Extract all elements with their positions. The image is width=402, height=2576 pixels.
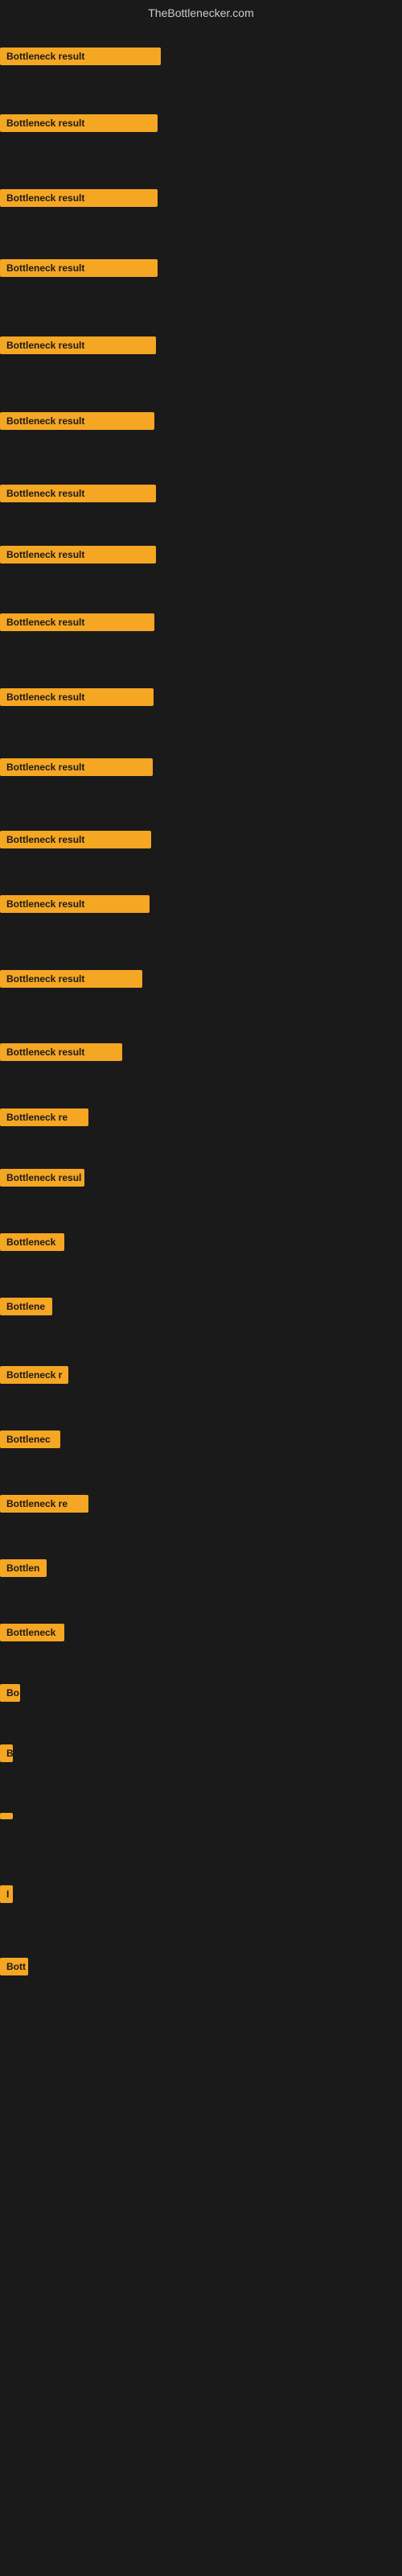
bottleneck-result-item[interactable]: Bottlen [0, 1559, 47, 1577]
bottleneck-result-item[interactable]: Bottleneck result [0, 412, 154, 430]
bottleneck-result-item[interactable]: Bottleneck result [0, 758, 153, 776]
bottleneck-result-item[interactable]: Bottleneck result [0, 1043, 122, 1061]
bottleneck-result-item[interactable]: Bottleneck result [0, 189, 158, 207]
bottleneck-result-item[interactable]: Bottleneck result [0, 546, 156, 564]
bottleneck-result-item[interactable]: Bottleneck result [0, 895, 150, 913]
bottleneck-result-item[interactable]: Bottleneck result [0, 688, 154, 706]
bottleneck-result-item[interactable]: Bottleneck result [0, 831, 151, 848]
bottleneck-result-item[interactable]: Bottleneck result [0, 114, 158, 132]
bottleneck-result-item[interactable]: Bottleneck [0, 1624, 64, 1641]
bottleneck-result-item[interactable]: Bottleneck result [0, 336, 156, 354]
bottleneck-result-item[interactable]: Bottleneck result [0, 47, 161, 65]
bottleneck-result-item[interactable]: I [0, 1885, 13, 1903]
bottleneck-result-item[interactable]: Bo [0, 1684, 20, 1702]
bottleneck-result-item[interactable]: B [0, 1744, 13, 1762]
site-title: TheBottlenecker.com [0, 0, 402, 26]
bottleneck-result-item[interactable]: Bottlenec [0, 1430, 60, 1448]
bottleneck-result-item[interactable]: Bottleneck re [0, 1108, 88, 1126]
bottleneck-result-item[interactable]: Bottleneck r [0, 1366, 68, 1384]
bottleneck-result-item[interactable]: Bottleneck resul [0, 1169, 84, 1187]
bottleneck-result-item[interactable]: Bott [0, 1958, 28, 1975]
bottleneck-result-item[interactable]: Bottleneck result [0, 259, 158, 277]
bottleneck-result-item[interactable]: Bottleneck [0, 1233, 64, 1251]
bottleneck-result-item[interactable]: Bottleneck result [0, 613, 154, 631]
bottleneck-result-item[interactable]: Bottleneck result [0, 485, 156, 502]
bottleneck-result-item[interactable]: Bottleneck re [0, 1495, 88, 1513]
bottleneck-result-item[interactable]: Bottlene [0, 1298, 52, 1315]
bottleneck-result-item[interactable]: Bottleneck result [0, 970, 142, 988]
bottleneck-result-item[interactable] [0, 1813, 13, 1819]
